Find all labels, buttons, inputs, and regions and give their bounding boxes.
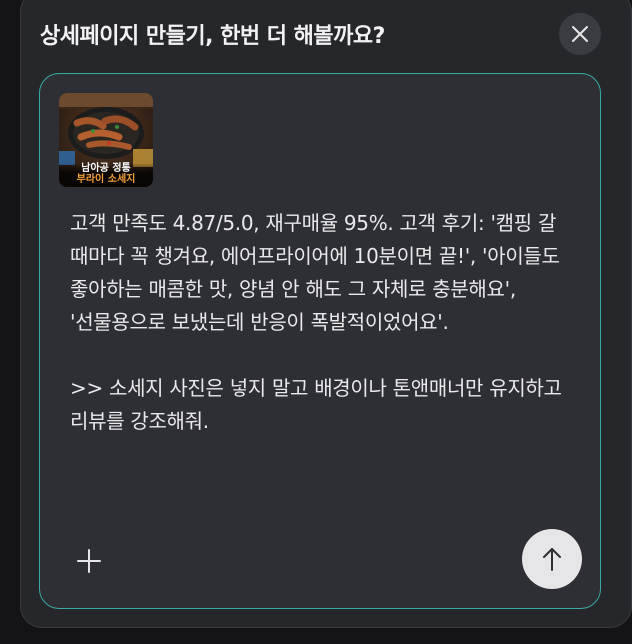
arrow-up-icon bbox=[543, 548, 561, 571]
thumbnail-caption-line1: 남아공 정통 bbox=[81, 163, 131, 174]
attachment-thumbnail[interactable]: 남아공 정통 부라이 소세지 bbox=[59, 93, 153, 187]
thumbnail-caption-line2: 부라이 소세지 bbox=[76, 174, 136, 185]
plus-icon bbox=[77, 549, 101, 573]
message-composer[interactable]: 남아공 정통 부라이 소세지 고객 만족도 4.87/5.0, 재구매율 95%… bbox=[39, 73, 601, 609]
thumbnail-caption: 남아공 정통 부라이 소세지 bbox=[59, 163, 153, 187]
close-button[interactable] bbox=[559, 13, 601, 55]
send-button[interactable] bbox=[522, 529, 582, 589]
add-attachment-button[interactable] bbox=[73, 545, 105, 577]
dialog-title: 상세페이지 만들기, 한번 더 해볼까요? bbox=[40, 24, 385, 49]
close-icon bbox=[572, 26, 588, 42]
message-input-text[interactable]: 고객 만족도 4.87/5.0, 재구매율 95%. 고객 후기: '캠핑 갈 … bbox=[70, 207, 580, 438]
